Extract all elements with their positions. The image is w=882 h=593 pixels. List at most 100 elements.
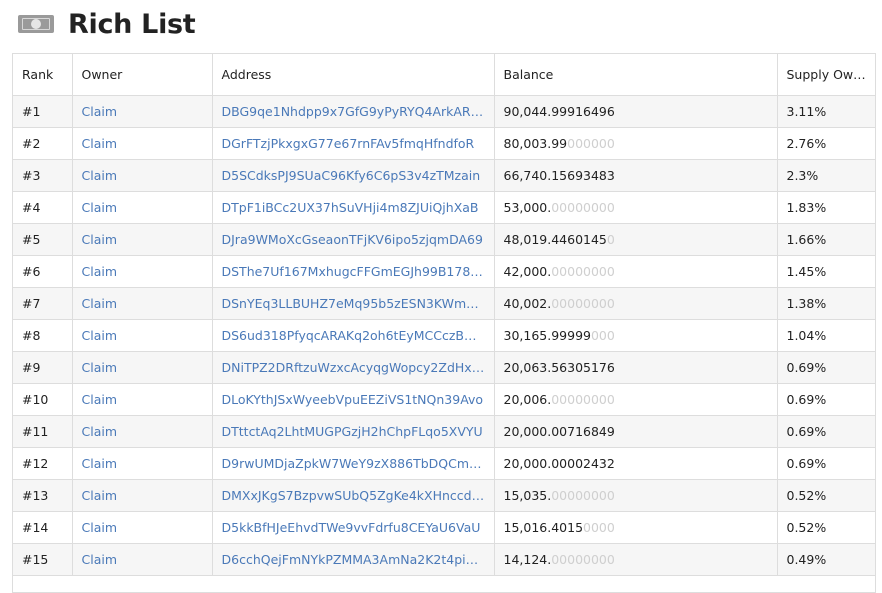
balance-trailing-zeros: 00000000 [551,264,615,279]
balance-trailing-zeros: 000 [590,328,615,343]
table-row: #12 Claim D9rwUMDjaZpkW7WeY9zX886TbDQCmW..… [13,447,875,480]
address-link[interactable]: D5SCdksPJ9SUaC96Kfy6C6pS3v4zTMzain [212,159,495,192]
owner-claim-link[interactable]: Claim [72,415,213,448]
table-row: #4 Claim DTpF1iBCc2UX37hSuVHji4m8ZJUiQjhXa… [13,191,875,224]
rank-cell: #2 [13,127,73,160]
table-row: #9 Claim DNiTPZ2DRftzuWzxcAcyqgWopcy2ZdHxp… [13,351,875,384]
money-bill-coin [31,19,41,29]
address-link[interactable]: DSnYEq3LLBUHZ7eMq95b5zESN3KWmYz2... [212,287,495,320]
address-link[interactable]: DTpF1iBCc2UX37hSuVHji4m8ZJUiQjhXaB [212,191,495,224]
rich-list-table-container: Rank Owner Address Balance Supply Own...… [12,53,876,593]
supply-owned-cell: 3.11% [777,95,875,128]
address-link[interactable]: DJra9WMoXcGseaonTFjKV6ipo5zjqmDA69 [212,223,495,256]
rank-cell: #15 [13,543,73,576]
address-link[interactable]: DNiTPZ2DRftzuWzxcAcyqgWopcy2ZdHxpz [212,351,495,384]
address-link[interactable]: DBG9qe1Nhdpp9x7GfG9yPyRYQ4ArkARKsZ [212,95,495,128]
rank-cell: #6 [13,255,73,288]
balance-value: 15,016.4015 [503,520,584,535]
supply-owned-cell: 0.69% [777,415,875,448]
owner-claim-link[interactable]: Claim [72,511,213,544]
owner-claim-link[interactable]: Claim [72,95,213,128]
balance-trailing-zeros: 00000000 [551,392,615,407]
balance-value: 48,019.4460145 [503,232,607,247]
balance-trailing-zeros: 0000 [583,520,615,535]
balance-cell: 14,124.00000000 [494,543,778,576]
supply-owned-cell: 2.3% [777,159,875,192]
owner-claim-link[interactable]: Claim [72,479,213,512]
balance-value: 20,006. [503,392,552,407]
page-header: Rich List [18,4,196,44]
table-row: #3 Claim D5SCdksPJ9SUaC96Kfy6C6pS3v4zTMzai… [13,159,875,192]
balance-trailing-zeros: 00000000 [551,552,615,567]
address-link[interactable]: DGrFTzjPkxgxG77e67rnFAv5fmqHfndfoR [212,127,495,160]
address-link[interactable]: D9rwUMDjaZpkW7WeY9zX886TbDQCmW... [212,447,495,480]
balance-value: 20,063.56305176 [503,360,615,375]
balance-cell: 20,000.00002432 [494,447,778,480]
table-row: #10 Claim DLoKYthJSxWyeebVpuEEZiVS1tNQn39A… [13,383,875,416]
balance-value: 15,035. [503,488,552,503]
supply-owned-cell: 0.52% [777,511,875,544]
address-link[interactable]: DS6ud318PfyqcARAKq2oh6tEyMCCczBD72 [212,319,495,352]
owner-claim-link[interactable]: Claim [72,287,213,320]
owner-claim-link[interactable]: Claim [72,447,213,480]
owner-claim-link[interactable]: Claim [72,223,213,256]
balance-cell: 20,000.00716849 [494,415,778,448]
balance-cell: 15,016.40150000 [494,511,778,544]
table-row: #1 Claim DBG9qe1Nhdpp9x7GfG9yPyRYQ4ArkARKs… [13,95,875,128]
rank-cell: #9 [13,351,73,384]
balance-value: 20,000.00716849 [503,424,615,439]
table-row: #15 Claim D6cchQejFmNYkPZMMA3AmNa2K2t4piQX… [13,543,875,576]
balance-cell: 48,019.44601450 [494,223,778,256]
balance-value: 20,000.00002432 [503,456,615,471]
balance-value: 66,740.15693483 [503,168,615,183]
balance-cell: 90,044.99916496 [494,95,778,128]
balance-cell: 80,003.99000000 [494,127,778,160]
owner-claim-link[interactable]: Claim [72,351,213,384]
address-link[interactable]: D6cchQejFmNYkPZMMA3AmNa2K2t4piQX... [212,543,495,576]
table-row: #11 Claim DTttctAq2LhtMUGPGzjH2hChpFLqo5XV… [13,415,875,448]
supply-owned-cell: 1.04% [777,319,875,352]
rank-cell: #7 [13,287,73,320]
supply-owned-cell: 0.69% [777,447,875,480]
owner-claim-link[interactable]: Claim [72,319,213,352]
column-header-rank[interactable]: Rank [13,54,73,96]
supply-owned-cell: 0.49% [777,543,875,576]
supply-owned-cell: 0.69% [777,383,875,416]
supply-owned-cell: 1.38% [777,287,875,320]
column-header-address[interactable]: Address [212,54,495,96]
owner-claim-link[interactable]: Claim [72,127,213,160]
table-row: #8 Claim DS6ud318PfyqcARAKq2oh6tEyMCCczBD7… [13,319,875,352]
address-link[interactable]: DTttctAq2LhtMUGPGzjH2hChpFLqo5XVYU [212,415,495,448]
rank-cell: #5 [13,223,73,256]
balance-value: 14,124. [503,552,552,567]
address-link[interactable]: DLoKYthJSxWyeebVpuEEZiVS1tNQn39Avo [212,383,495,416]
owner-claim-link[interactable]: Claim [72,383,213,416]
owner-claim-link[interactable]: Claim [72,191,213,224]
balance-cell: 15,035.00000000 [494,479,778,512]
rank-cell: #14 [13,511,73,544]
owner-claim-link[interactable]: Claim [72,255,213,288]
balance-cell: 20,006.00000000 [494,383,778,416]
balance-value: 80,003.99 [503,136,568,151]
address-link[interactable]: D5kkBfHJeEhvdTWe9vvFdrfu8CEYaU6VaU [212,511,495,544]
column-header-balance[interactable]: Balance [494,54,778,96]
owner-claim-link[interactable]: Claim [72,159,213,192]
address-link[interactable]: DMXxJKgS7BzpvwSUbQ5ZgKe4kXHnccdb95 [212,479,495,512]
column-header-supply-owned[interactable]: Supply Own... [777,54,875,96]
column-header-owner[interactable]: Owner [72,54,213,96]
supply-owned-cell: 2.76% [777,127,875,160]
money-bill-icon [18,15,54,33]
rich-list-table: Rank Owner Address Balance Supply Own...… [13,54,875,576]
balance-value: 40,002. [503,296,552,311]
balance-trailing-zeros: 00000000 [551,488,615,503]
balance-cell: 53,000.00000000 [494,191,778,224]
rank-cell: #13 [13,479,73,512]
rank-cell: #8 [13,319,73,352]
supply-owned-cell: 0.69% [777,351,875,384]
address-link[interactable]: DSThe7Uf167MxhugcFFGmEGJh99B178DjJ [212,255,495,288]
owner-claim-link[interactable]: Claim [72,543,213,576]
supply-owned-cell: 1.45% [777,255,875,288]
supply-owned-cell: 1.66% [777,223,875,256]
balance-cell: 20,063.56305176 [494,351,778,384]
balance-cell: 66,740.15693483 [494,159,778,192]
